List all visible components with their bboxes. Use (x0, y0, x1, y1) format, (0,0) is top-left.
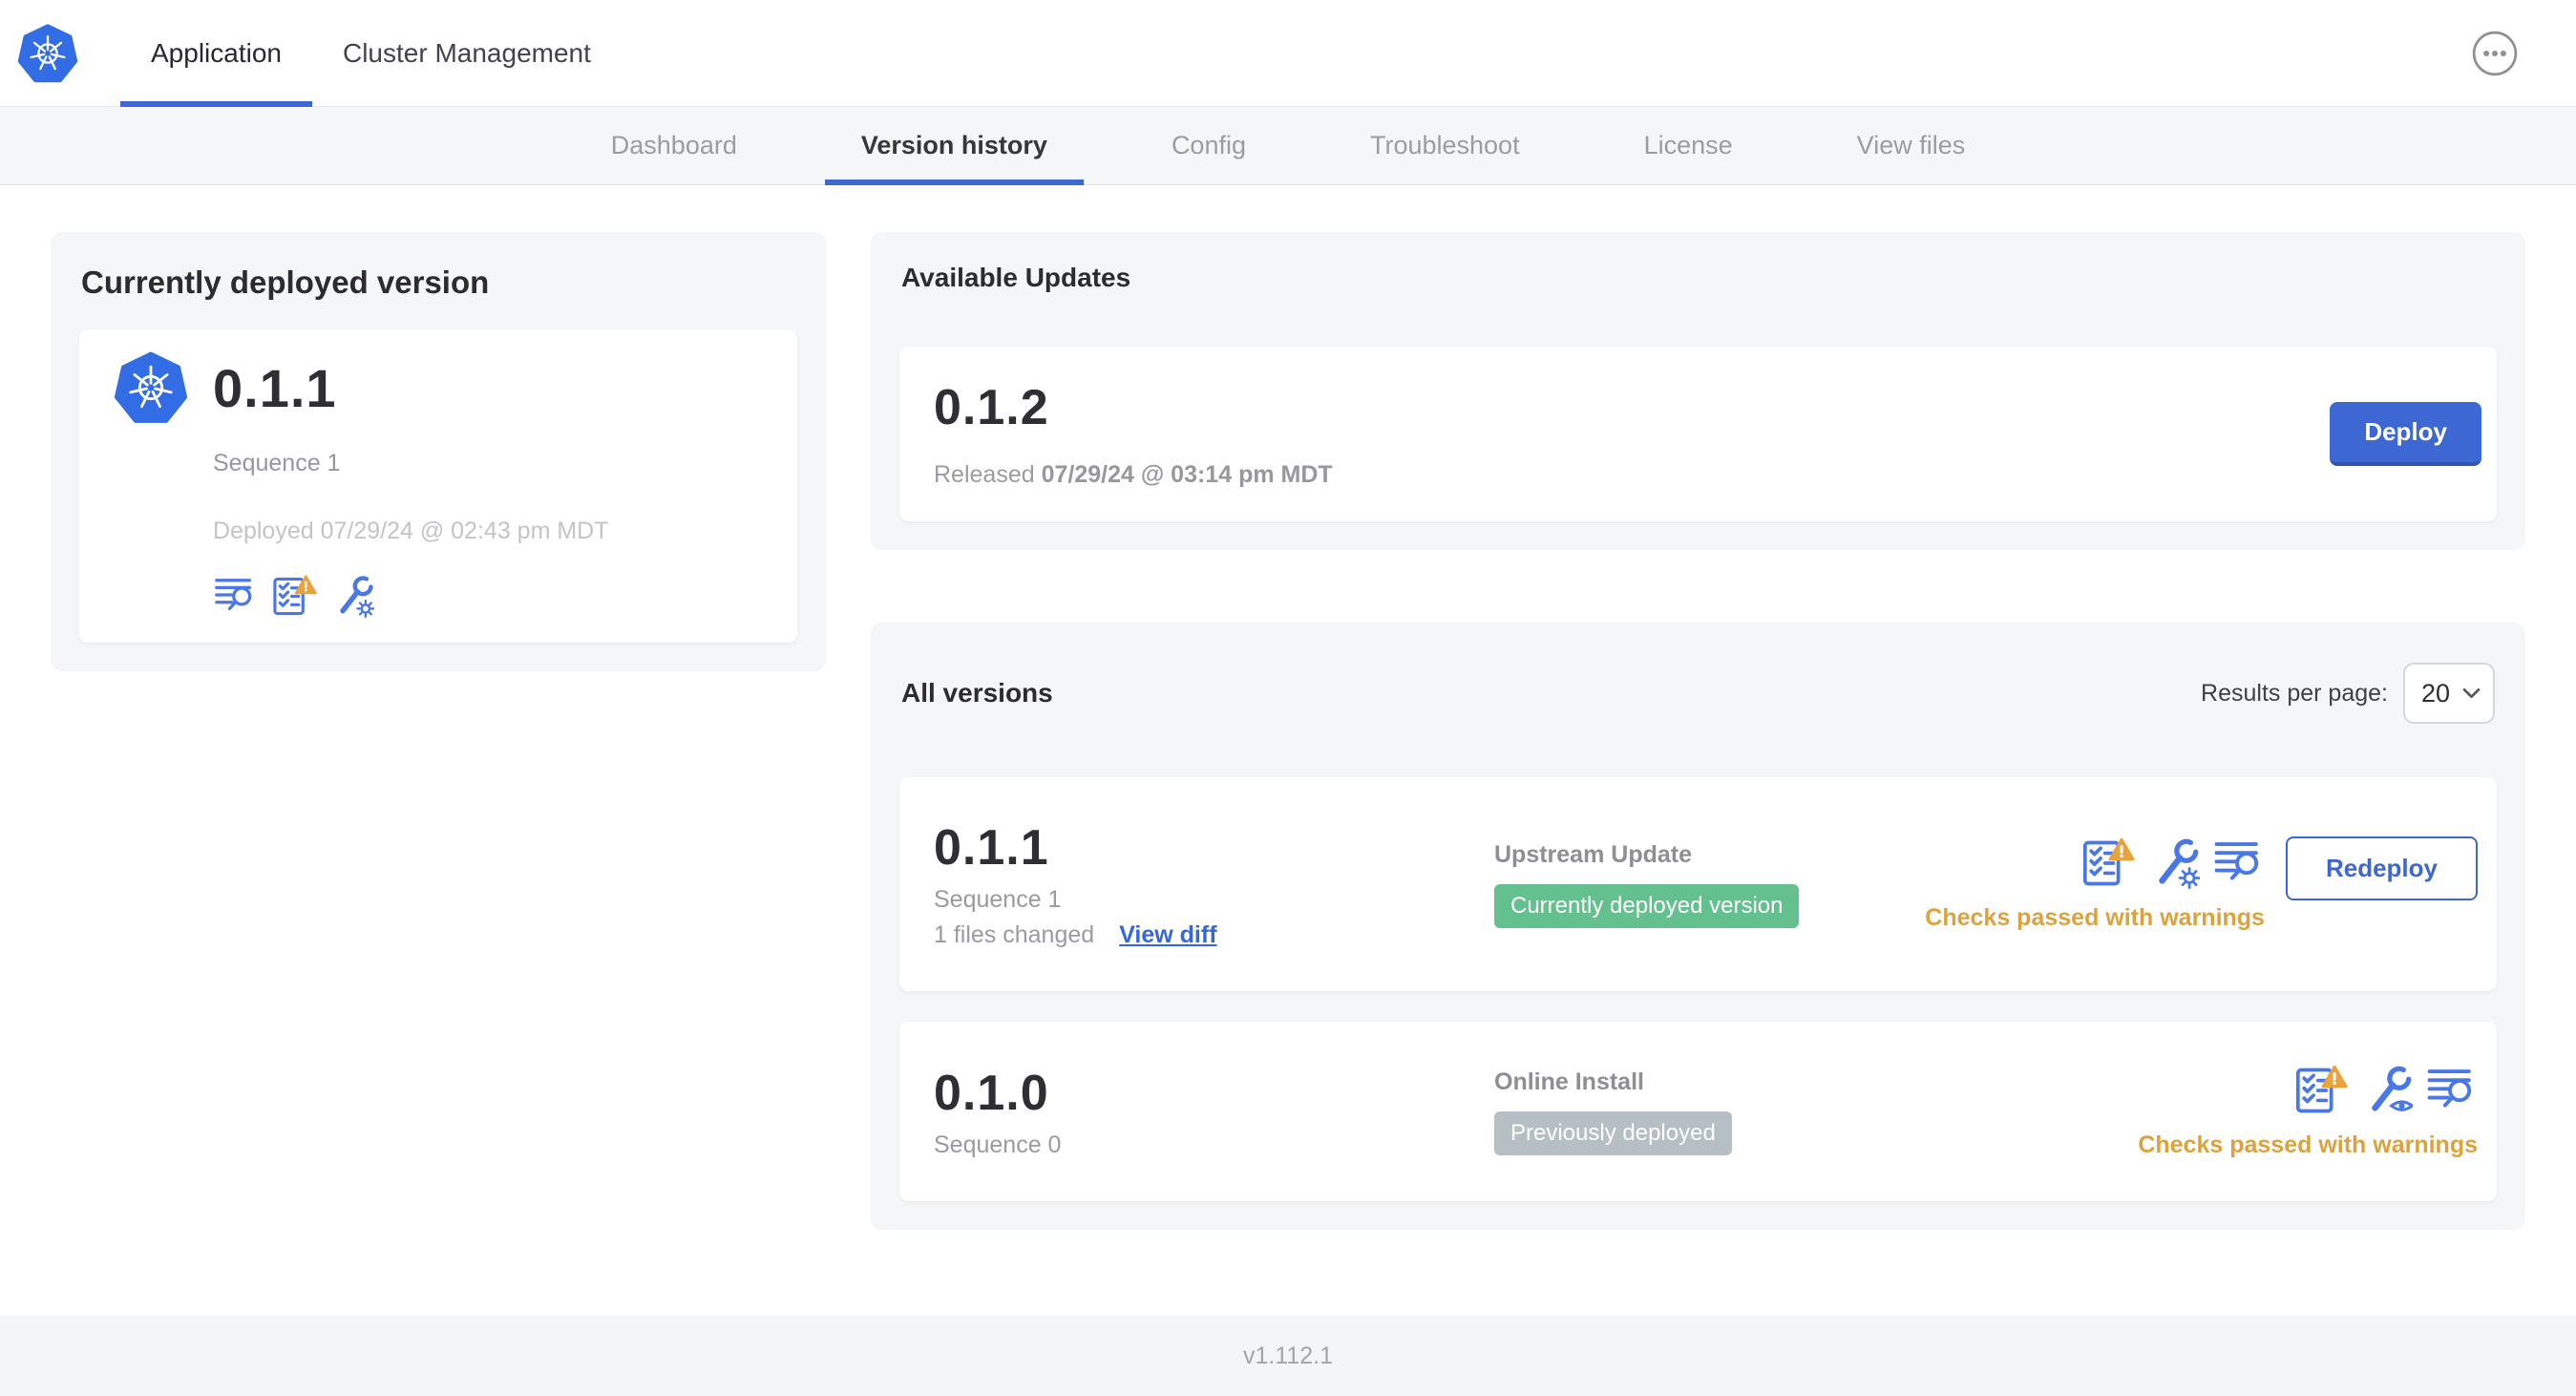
subtab-license[interactable]: License (1608, 107, 1769, 184)
overflow-menu-button[interactable] (2471, 30, 2519, 77)
update-row: 0.1.2 Released 07/29/24 @ 03:14 pm MDT D… (899, 347, 2497, 521)
available-updates-card: Available Updates 0.1.2 Released 07/29/2… (871, 232, 2525, 550)
subtab-dashboard[interactable]: Dashboard (575, 107, 773, 184)
row-source-label: Upstream Update (1494, 840, 1692, 868)
files-changed: 1 files changed (934, 921, 1095, 948)
all-versions-title: All versions (901, 678, 1053, 708)
status-badge-previously-deployed: Previously deployed (1494, 1110, 1732, 1155)
deployed-version-actions (213, 574, 763, 618)
results-per-page-select[interactable]: 20 (2403, 663, 2495, 724)
app-subnav: Dashboard Version history Config Trouble… (0, 107, 2576, 185)
version-row-0-1-0: 0.1.0 Sequence 0 Online Install Previous… (899, 1022, 2497, 1201)
currently-deployed-title: Currently deployed version (81, 264, 490, 300)
row-version-number: 0.1.1 (934, 820, 1049, 876)
top-tabs: Application Cluster Management (120, 0, 622, 107)
row-sequence: Sequence 0 (934, 1131, 1062, 1158)
deployed-version-number: 0.1.1 (213, 357, 337, 418)
config-wrench-gear-icon[interactable] (330, 574, 374, 618)
diff-logs-icon[interactable] (2212, 836, 2265, 889)
results-per-page-label: Results per page: (2201, 679, 2388, 707)
preflight-checks-warning-icon[interactable] (2080, 836, 2135, 889)
checks-status-text[interactable]: Checks passed with warnings (1925, 904, 2265, 932)
status-badge-currently-deployed: Currently deployed version (1494, 883, 1800, 928)
preflight-checks-warning-icon[interactable] (2292, 1064, 2348, 1116)
tab-cluster-management[interactable]: Cluster Management (312, 0, 622, 106)
top-navbar: Application Cluster Management (0, 0, 2576, 107)
chevron-down-icon (2462, 687, 2481, 699)
right-column: Available Updates 0.1.2 Released 07/29/2… (871, 232, 2525, 1230)
config-wrench-gear-icon[interactable] (2147, 836, 2200, 889)
view-diff-link[interactable]: View diff (1119, 921, 1216, 949)
preflight-checks-warning-icon[interactable] (270, 574, 317, 618)
available-updates-title: Available Updates (901, 263, 1131, 292)
deployed-version-card: 0.1.1 Sequence 1 Deployed 07/29/24 @ 02:… (79, 329, 797, 643)
subtab-version-history[interactable]: Version history (824, 107, 1085, 185)
tab-application[interactable]: Application (120, 0, 312, 107)
checks-status-text[interactable]: Checks passed with warnings (2138, 1132, 2478, 1159)
subtab-view-files[interactable]: View files (1821, 107, 2002, 184)
version-row-0-1-1: 0.1.1 Sequence 1 1 files changed View di… (899, 777, 2497, 991)
diff-logs-icon[interactable] (2425, 1064, 2478, 1116)
subtab-troubleshoot[interactable]: Troubleshoot (1334, 107, 1556, 184)
update-version-number: 0.1.2 (934, 380, 1049, 435)
deployed-sequence: Sequence 1 (213, 450, 341, 476)
update-released-date: 07/29/24 @ 03:14 pm MDT (1041, 461, 1333, 488)
deployed-timestamp: Deployed 07/29/24 @ 02:43 pm MDT (213, 518, 609, 544)
redeploy-button[interactable]: Redeploy (2285, 836, 2478, 900)
kubernetes-logo-icon (114, 350, 188, 425)
app-logo-kubernetes-icon (17, 23, 78, 84)
ellipsis-circle-icon (2471, 30, 2519, 77)
row-sequence: Sequence 1 (934, 886, 1062, 913)
currently-deployed-card: Currently deployed version 0.1.1 Sequenc… (51, 232, 826, 671)
row-source-label: Online Install (1494, 1068, 1644, 1095)
view-config-wrench-eye-icon[interactable] (2360, 1064, 2413, 1116)
console-version: v1.112.1 (1242, 1342, 1334, 1369)
diff-logs-icon[interactable] (213, 574, 257, 618)
all-versions-card: All versions Results per page: 20 0.1.1 … (871, 623, 2525, 1230)
update-released-line: Released 07/29/24 @ 03:14 pm MDT (934, 461, 1333, 488)
deploy-button[interactable]: Deploy (2330, 402, 2481, 466)
footer: v1.112.1 (0, 1316, 2576, 1396)
subtab-config[interactable]: Config (1135, 107, 1282, 184)
main-content: Currently deployed version 0.1.1 Sequenc… (0, 185, 2576, 1316)
row-version-number: 0.1.0 (934, 1065, 1049, 1121)
